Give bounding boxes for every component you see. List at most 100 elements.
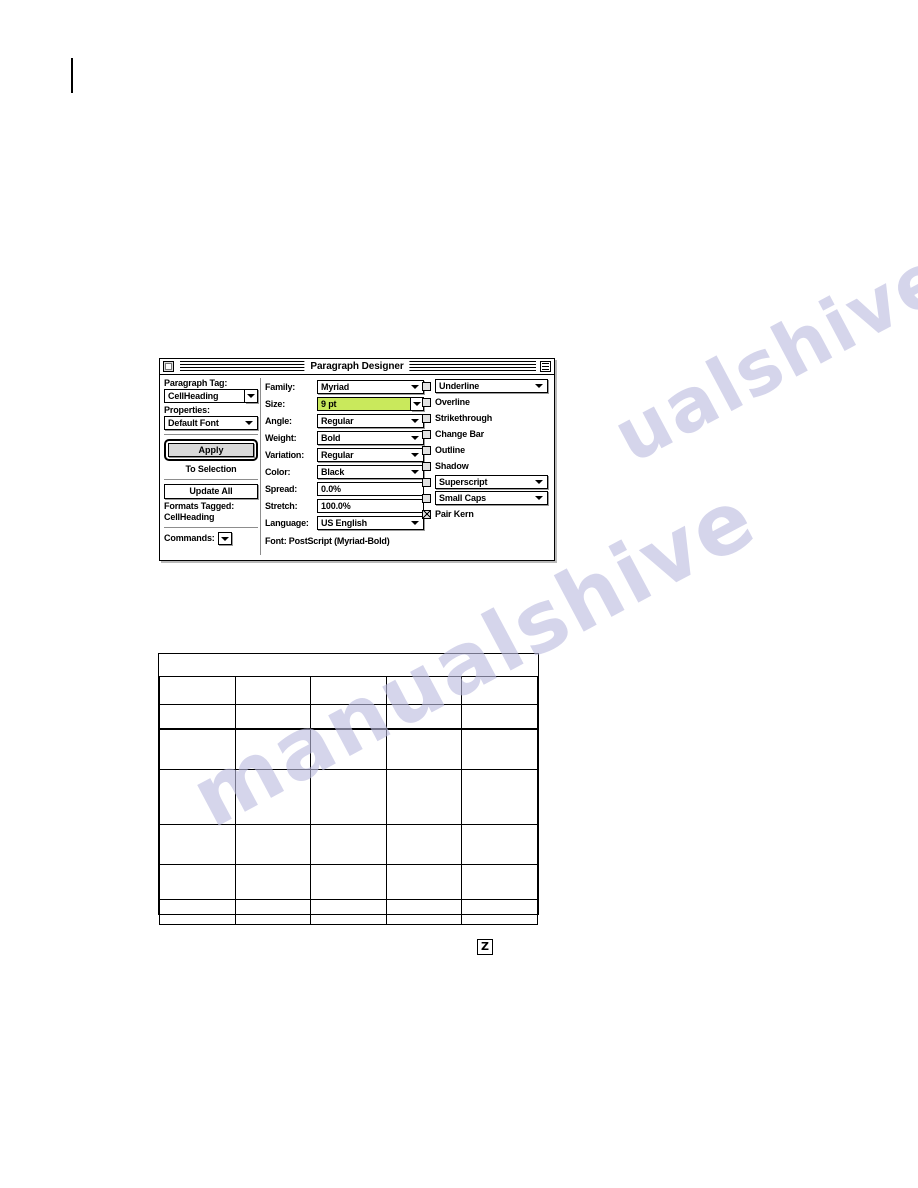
table-row [159, 703, 538, 730]
option-row: Small Caps [422, 490, 548, 506]
table-cell [159, 675, 236, 705]
option-checkbox[interactable] [422, 381, 431, 391]
table-grid [159, 654, 538, 925]
footer-marker-icon: Z [477, 939, 493, 955]
property-control: Regular [317, 413, 424, 428]
option-label: Underline [439, 381, 480, 391]
table-row [159, 768, 538, 825]
chevron-down-icon [411, 418, 419, 423]
chevron-down-icon [411, 469, 419, 474]
table-cell [461, 898, 538, 925]
dialog-titlebar[interactable]: Paragraph Designer [160, 359, 554, 375]
property-popup[interactable]: Black [317, 464, 424, 479]
update-all-button[interactable]: Update All [164, 484, 258, 499]
option-label: Pair Kern [435, 509, 474, 519]
chevron-down-icon [535, 496, 543, 500]
table-cell [461, 863, 538, 900]
option-checkbox[interactable] [422, 477, 431, 487]
table-cell [234, 703, 312, 730]
property-popup[interactable]: Bold [317, 430, 424, 445]
chevron-down-icon [411, 384, 419, 389]
property-control: Myriad [317, 379, 424, 394]
table-cell [385, 703, 463, 730]
divider [164, 479, 258, 480]
paragraph-tag-dropdown-button[interactable] [245, 389, 258, 403]
chevron-down-icon [411, 452, 419, 457]
close-icon[interactable] [163, 361, 174, 372]
paragraph-tag-value[interactable]: CellHeading [164, 389, 245, 403]
chevron-down-icon [220, 536, 229, 541]
chevron-down-icon [245, 421, 253, 425]
property-label: Stretch: [265, 500, 298, 511]
table-cell [234, 675, 312, 705]
option-checkbox[interactable] [422, 413, 431, 423]
option-label: Overline [435, 397, 470, 407]
font-options-pane: Underline Overline Strikethrough Change Bar… [422, 378, 548, 555]
option-label: Strikethrough [435, 413, 493, 423]
zoom-icon[interactable] [540, 361, 551, 372]
formats-tagged-value: CellHeading [164, 512, 215, 522]
properties-popup[interactable]: Default Font [164, 416, 258, 430]
table-cell [461, 728, 538, 770]
property-value[interactable]: 9 pt [317, 396, 411, 411]
property-value[interactable]: 0.0% [317, 481, 424, 496]
property-control: 0.0% [317, 481, 424, 496]
table-cell [159, 654, 538, 677]
option-checkbox[interactable] [422, 445, 431, 455]
option-popup[interactable]: Superscript [435, 475, 548, 489]
table-cell [159, 728, 236, 770]
divider [164, 434, 258, 435]
table-row [159, 675, 538, 705]
option-checkbox[interactable] [422, 429, 431, 439]
property-popup[interactable]: Regular [317, 413, 424, 428]
commands-row: Commands: [164, 532, 258, 545]
property-popup[interactable]: US English [317, 515, 424, 530]
property-value: Myriad [321, 381, 350, 392]
property-control: Regular [317, 447, 424, 462]
table-cell [310, 863, 387, 900]
chevron-down-icon [411, 520, 419, 525]
dialog-title: Paragraph Designer [304, 359, 410, 374]
paragraph-designer-dialog: Paragraph Designer Paragraph Tag: CellHe… [159, 358, 555, 561]
option-checkbox[interactable] [422, 493, 431, 503]
property-value: Black [321, 466, 345, 477]
property-value: Regular [321, 449, 354, 460]
property-control: US English [317, 515, 424, 530]
divider [164, 527, 258, 528]
apply-button-label: Apply [168, 443, 254, 457]
option-label: Shadow [435, 461, 469, 471]
property-value[interactable]: 100.0% [317, 498, 424, 513]
option-checkbox[interactable] [422, 397, 431, 407]
option-popup[interactable]: Small Caps [435, 491, 548, 505]
commands-popup-button[interactable] [217, 532, 232, 545]
option-label: Superscript [439, 477, 488, 487]
table-cell [234, 728, 312, 770]
table-cell [385, 898, 463, 925]
properties-label: Properties: [164, 405, 210, 415]
option-checkbox[interactable] [422, 509, 431, 519]
chevron-down-icon [413, 401, 421, 406]
properties-value: Default Font [168, 418, 219, 428]
option-row: Underline [422, 378, 548, 394]
option-label: Outline [435, 445, 465, 455]
table-cell [234, 823, 312, 865]
document-table [158, 653, 539, 925]
watermark-text-2: ualshive.com [600, 135, 918, 480]
option-label: Small Caps [439, 493, 487, 503]
table-row [159, 863, 538, 900]
property-combo[interactable]: 9 pt [317, 396, 424, 411]
paragraph-tag-combo[interactable]: CellHeading [164, 389, 258, 403]
property-value: US English [321, 517, 368, 528]
property-value: Regular [321, 415, 354, 426]
table-cell [310, 728, 387, 770]
table-cell [461, 703, 538, 730]
property-popup[interactable]: Myriad [317, 379, 424, 394]
table-cell [159, 898, 236, 925]
option-popup[interactable]: Underline [435, 379, 548, 393]
table-cell [385, 728, 463, 770]
property-popup[interactable]: Regular [317, 447, 424, 462]
option-checkbox[interactable] [422, 461, 431, 471]
table-cell [461, 675, 538, 705]
apply-button[interactable]: Apply [164, 439, 258, 461]
chevron-down-icon [535, 384, 543, 388]
